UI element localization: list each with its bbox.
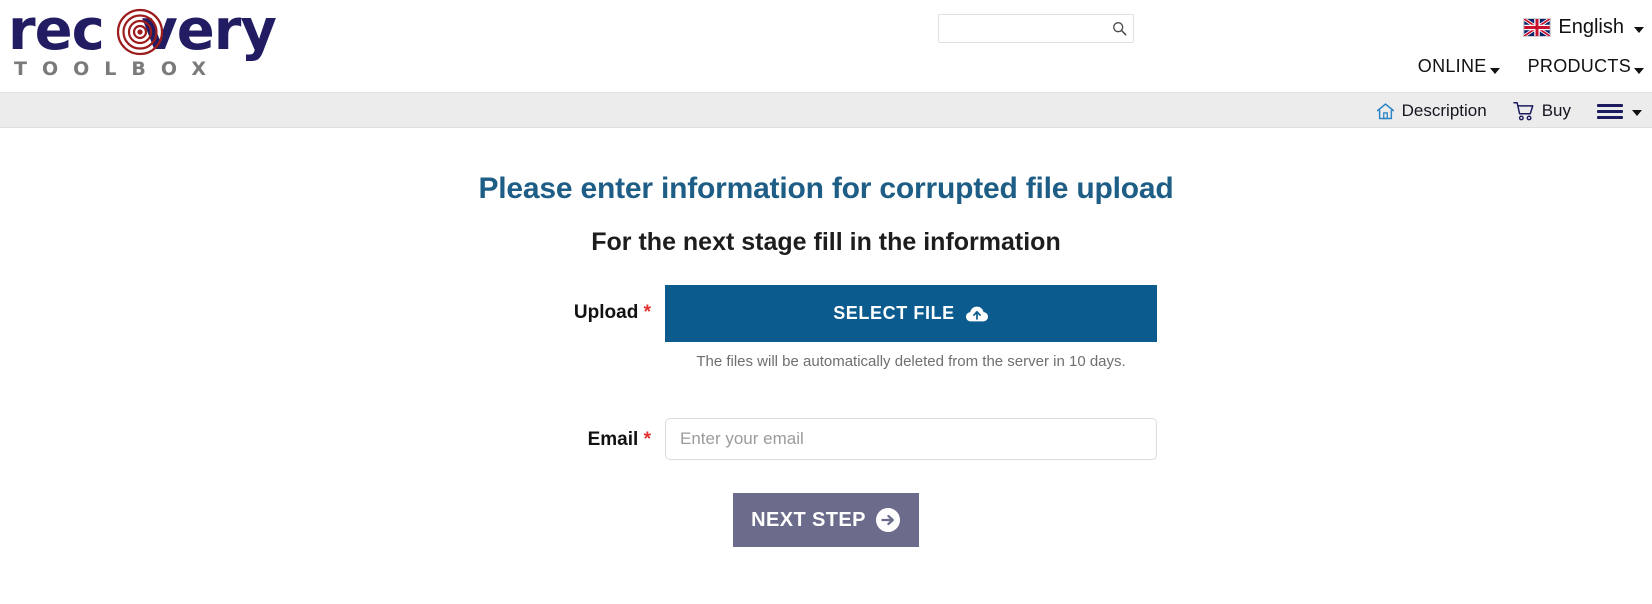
upload-control-column: SELECT FILE The files will be automatica… [665, 285, 1157, 370]
uk-flag-icon [1523, 18, 1552, 37]
secondary-navbar-items: Description Buy [1375, 93, 1642, 129]
main-content: Please enter information for corrupted f… [0, 128, 1652, 547]
chevron-down-icon [1634, 68, 1644, 74]
search-button[interactable] [1107, 17, 1131, 40]
chevron-down-icon [1632, 110, 1642, 116]
search-box[interactable] [938, 14, 1134, 43]
select-file-button-label: SELECT FILE [833, 303, 955, 323]
upload-row: Upload * SELECT FILE The files will be a… [0, 285, 1652, 370]
upload-retention-note: The files will be automatically deleted … [696, 353, 1126, 370]
nav-item-buy-label: Buy [1541, 101, 1571, 120]
upload-field-label: Upload * [495, 285, 665, 322]
page-title: Please enter information for corrupted f… [478, 172, 1174, 205]
nav-item-description[interactable]: Description [1375, 101, 1487, 122]
email-row: Email * [0, 418, 1652, 460]
home-icon [1376, 102, 1394, 119]
next-step-button-label: NEXT STEP [751, 508, 866, 531]
nav-item-buy[interactable]: Buy [1512, 101, 1571, 122]
cloud-upload-icon [965, 306, 988, 321]
next-step-button[interactable]: NEXT STEP [733, 493, 919, 547]
page-root: recovery TOOLBOX [0, 0, 1652, 604]
hamburger-icon [1597, 103, 1623, 119]
language-label: English [1558, 16, 1624, 38]
site-logo[interactable]: recovery TOOLBOX [8, 2, 338, 88]
next-step-row: NEXT STEP [0, 493, 1652, 547]
chevron-down-icon [1634, 26, 1644, 33]
search-icon [1112, 22, 1126, 36]
arrow-right-circle-icon [875, 508, 900, 532]
upload-label-text: Upload [573, 302, 639, 323]
target-spiral-icon [116, 8, 164, 56]
required-marker: * [643, 302, 651, 323]
nav-item-products-label: PRODUCTS [1527, 56, 1631, 76]
site-header: recovery TOOLBOX [0, 0, 1652, 92]
email-field-label: Email * [495, 418, 665, 449]
search-input[interactable] [939, 15, 1109, 42]
upload-form: Upload * SELECT FILE The files will be a… [0, 285, 1652, 547]
secondary-navbar: Description Buy [0, 92, 1652, 128]
nav-item-online[interactable]: ONLINE [1418, 56, 1500, 77]
hamburger-menu-button[interactable] [1597, 103, 1642, 119]
select-file-button[interactable]: SELECT FILE [665, 285, 1157, 342]
cart-icon [1512, 101, 1534, 120]
email-input[interactable] [665, 418, 1157, 460]
logo-subtext: TOOLBOX [14, 58, 221, 80]
language-selector[interactable]: English [1523, 16, 1644, 39]
nav-item-products[interactable]: PRODUCTS [1528, 56, 1644, 77]
required-marker: * [643, 429, 651, 450]
top-navigation: ONLINE PRODUCTS [1418, 56, 1644, 77]
nav-item-description-label: Description [1401, 101, 1487, 120]
chevron-down-icon [1489, 68, 1500, 74]
nav-item-online-label: ONLINE [1417, 56, 1487, 76]
logo-wordmark: recovery [8, 2, 338, 60]
email-label-text: Email [587, 429, 639, 450]
page-subtitle: For the next stage fill in the informati… [591, 228, 1061, 256]
